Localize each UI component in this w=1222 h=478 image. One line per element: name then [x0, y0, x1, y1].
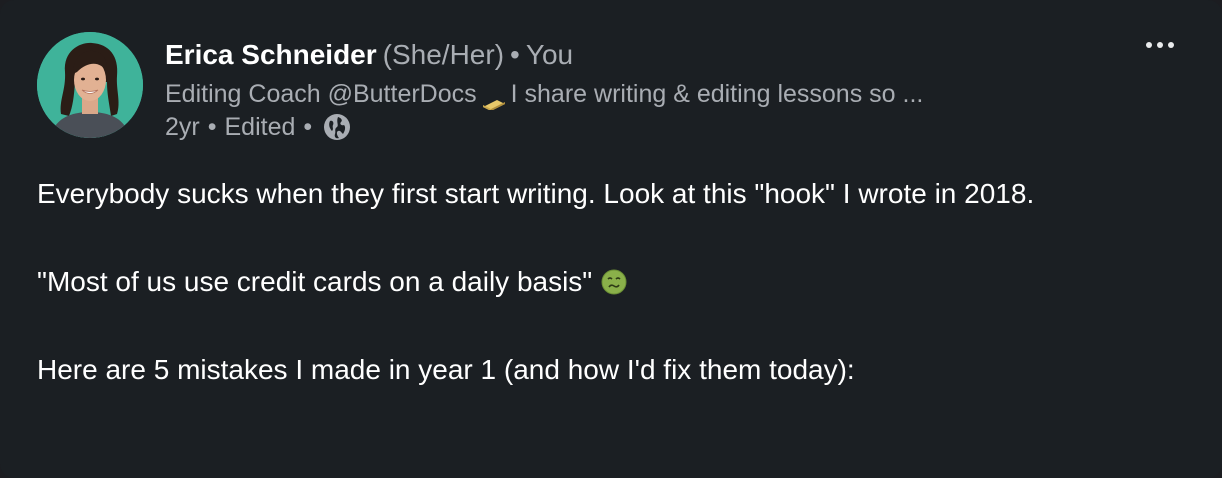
edited-label: Edited: [224, 113, 296, 141]
menu-dot: [1146, 42, 1152, 48]
post-card: Erica Schneider (She/Her) • You Editing Coa…: [0, 0, 1222, 478]
butter-icon: [481, 88, 507, 110]
author-relation: You: [525, 39, 574, 70]
post-quote-line: "Most of us use credit cards on a daily …: [37, 260, 1147, 304]
post-text-line: Everybody sucks when they first start wr…: [37, 178, 1035, 209]
author-headline: Editing Coach @ButterDocs I share writing…: [165, 78, 1072, 110]
separator-dot: •: [303, 113, 313, 141]
author-pronouns: (She/Her): [382, 39, 505, 70]
post-age[interactable]: 2yr: [165, 111, 200, 143]
author-name[interactable]: Erica Schneider: [165, 39, 377, 70]
menu-dot: [1157, 42, 1163, 48]
avatar[interactable]: [37, 32, 143, 138]
post-meta: 2yr • Edited •: [165, 111, 1072, 143]
post-text-line: Here are 5 mistakes I made in year 1 (an…: [37, 354, 855, 385]
globe-icon: [322, 112, 352, 142]
post-body: Everybody sucks when they first start wr…: [37, 172, 1147, 392]
headline-suffix: I share writing & editing lessons so ...: [510, 80, 924, 108]
separator-dot: •: [510, 39, 520, 70]
post-quote: "Most of us use credit cards on a daily …: [37, 266, 593, 297]
headline-prefix: Editing Coach @ButterDocs: [165, 80, 477, 108]
more-options-icon[interactable]: [1140, 30, 1180, 60]
menu-dot: [1168, 42, 1174, 48]
author-line: Erica Schneider (She/Her) • You: [165, 38, 1072, 72]
nauseated-face-icon: [600, 265, 628, 295]
post-header: Erica Schneider (She/Her) • You Editing Coa…: [165, 38, 1072, 143]
separator-dot: •: [207, 113, 217, 141]
